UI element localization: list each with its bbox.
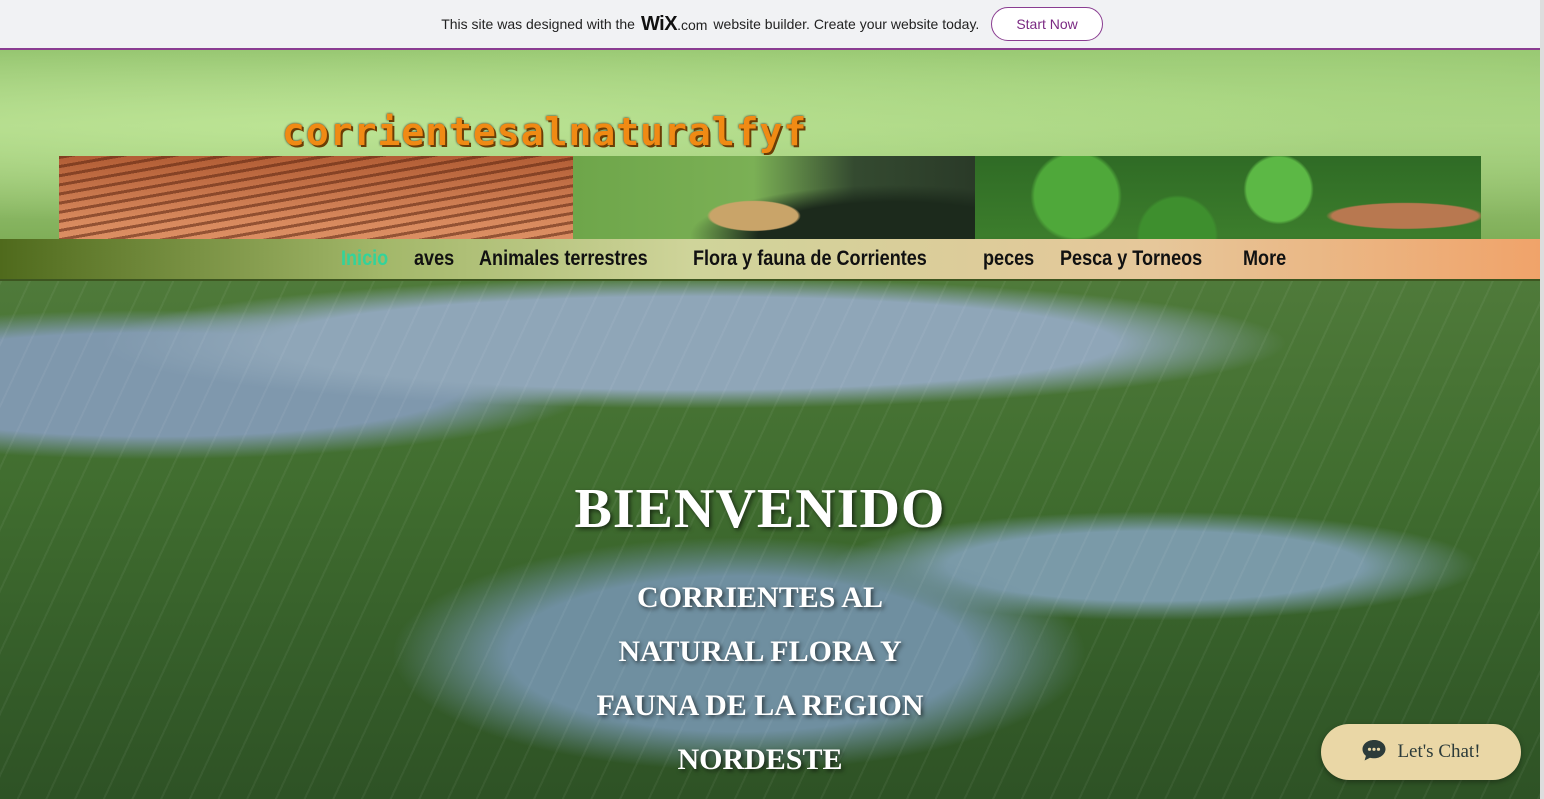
banner-text-before: This site was designed with the: [441, 16, 635, 32]
nav-item-pesca-y-torneos[interactable]: Pesca y Torneos: [1060, 247, 1202, 271]
nav-menu: Inicio aves Animales terrestres Flora y …: [341, 239, 1287, 279]
nav-item-peces[interactable]: peces: [983, 247, 1034, 271]
nav-item-animales-terrestres[interactable]: Animales terrestres: [479, 247, 648, 271]
wix-logo[interactable]: WiX.com: [641, 13, 707, 36]
hero-section: BIENVENIDO CORRIENTES AL NATURAL FLORA Y…: [0, 281, 1540, 799]
chat-bubble-icon: [1361, 738, 1387, 767]
chat-label: Let's Chat!: [1397, 741, 1481, 762]
page-scrollbar[interactable]: [1540, 0, 1544, 799]
site-header: corrientesalnaturalfyf: [0, 50, 1540, 289]
nav-item-inicio[interactable]: Inicio: [341, 247, 388, 271]
chat-button[interactable]: Let's Chat!: [1321, 724, 1521, 780]
hero-subtitle: CORRIENTES AL NATURAL FLORA Y FAUNA DE L…: [560, 571, 960, 787]
hero-content: BIENVENIDO CORRIENTES AL NATURAL FLORA Y…: [0, 281, 1520, 799]
nav-item-flora-y-fauna[interactable]: Flora y fauna de Corrientes: [693, 247, 927, 271]
hero-subtitle-line: NORDESTE: [677, 743, 843, 776]
wix-dotcom-text: .com: [677, 16, 708, 33]
hero-title: BIENVENIDO: [574, 478, 946, 540]
hero-subtitle-line: CORRIENTES AL: [637, 581, 883, 614]
wix-logo-text: WiX: [640, 12, 678, 35]
hero-subtitle-line: FAUNA DE LA REGION: [596, 689, 924, 722]
main-navigation: Inicio aves Animales terrestres Flora y …: [0, 239, 1540, 281]
hero-subtitle-line: NATURAL FLORA Y: [618, 635, 902, 668]
banner-text-after: website builder. Create your website tod…: [713, 16, 980, 32]
start-now-button[interactable]: Start Now: [991, 7, 1103, 41]
nav-item-aves[interactable]: aves: [414, 247, 454, 271]
site-title[interactable]: corrientesalnaturalfyf: [282, 110, 807, 154]
wix-promo-banner: This site was designed with the WiX.com …: [0, 0, 1544, 50]
nav-item-more[interactable]: More: [1243, 247, 1286, 271]
